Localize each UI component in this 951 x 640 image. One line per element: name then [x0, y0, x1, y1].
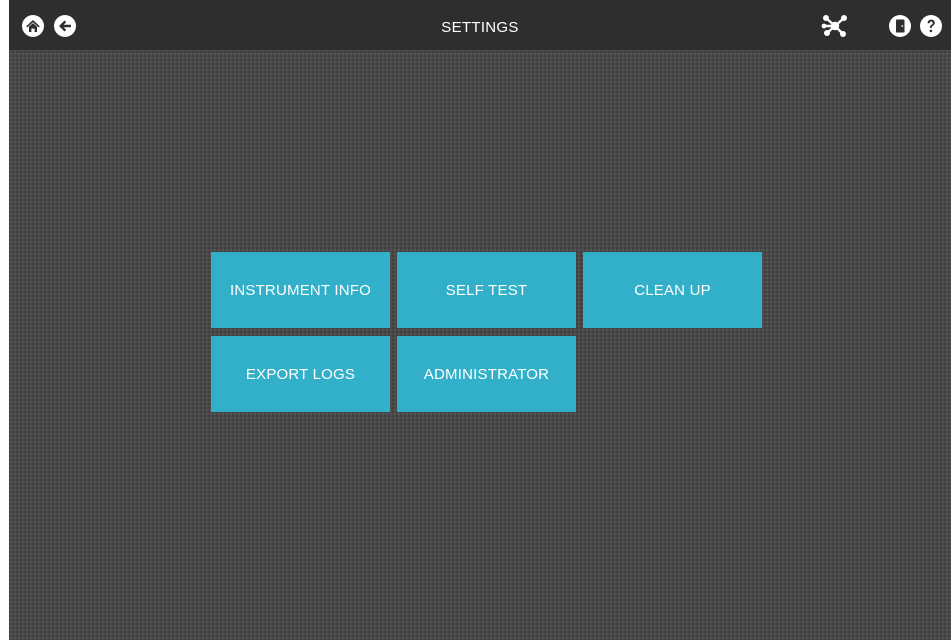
help-icon[interactable]: [919, 14, 943, 38]
back-arrow-icon[interactable]: [53, 14, 77, 38]
clean-up-label: CLEAN UP: [634, 281, 711, 299]
instrument-info-label: INSTRUMENT INFO: [229, 281, 372, 299]
home-icon[interactable]: [21, 14, 45, 38]
clean-up-button[interactable]: CLEAN UP: [583, 252, 762, 328]
administrator-button[interactable]: ADMINISTRATOR: [397, 336, 576, 412]
export-logs-button[interactable]: EXPORT LOGS: [211, 336, 390, 412]
instrument-info-button[interactable]: INSTRUMENT INFO: [211, 252, 390, 328]
exit-door-icon[interactable]: [888, 14, 912, 38]
top-bar: SETTINGS: [9, 0, 951, 50]
network-icon[interactable]: [821, 13, 849, 39]
administrator-label: ADMINISTRATOR: [423, 365, 550, 383]
app-window: SETTINGS INSTRUMENT INFO SELF TEST CLEAN…: [9, 0, 951, 640]
self-test-button[interactable]: SELF TEST: [397, 252, 576, 328]
page-title: SETTINGS: [441, 19, 519, 36]
self-test-label: SELF TEST: [445, 281, 528, 299]
export-logs-label: EXPORT LOGS: [245, 365, 356, 383]
